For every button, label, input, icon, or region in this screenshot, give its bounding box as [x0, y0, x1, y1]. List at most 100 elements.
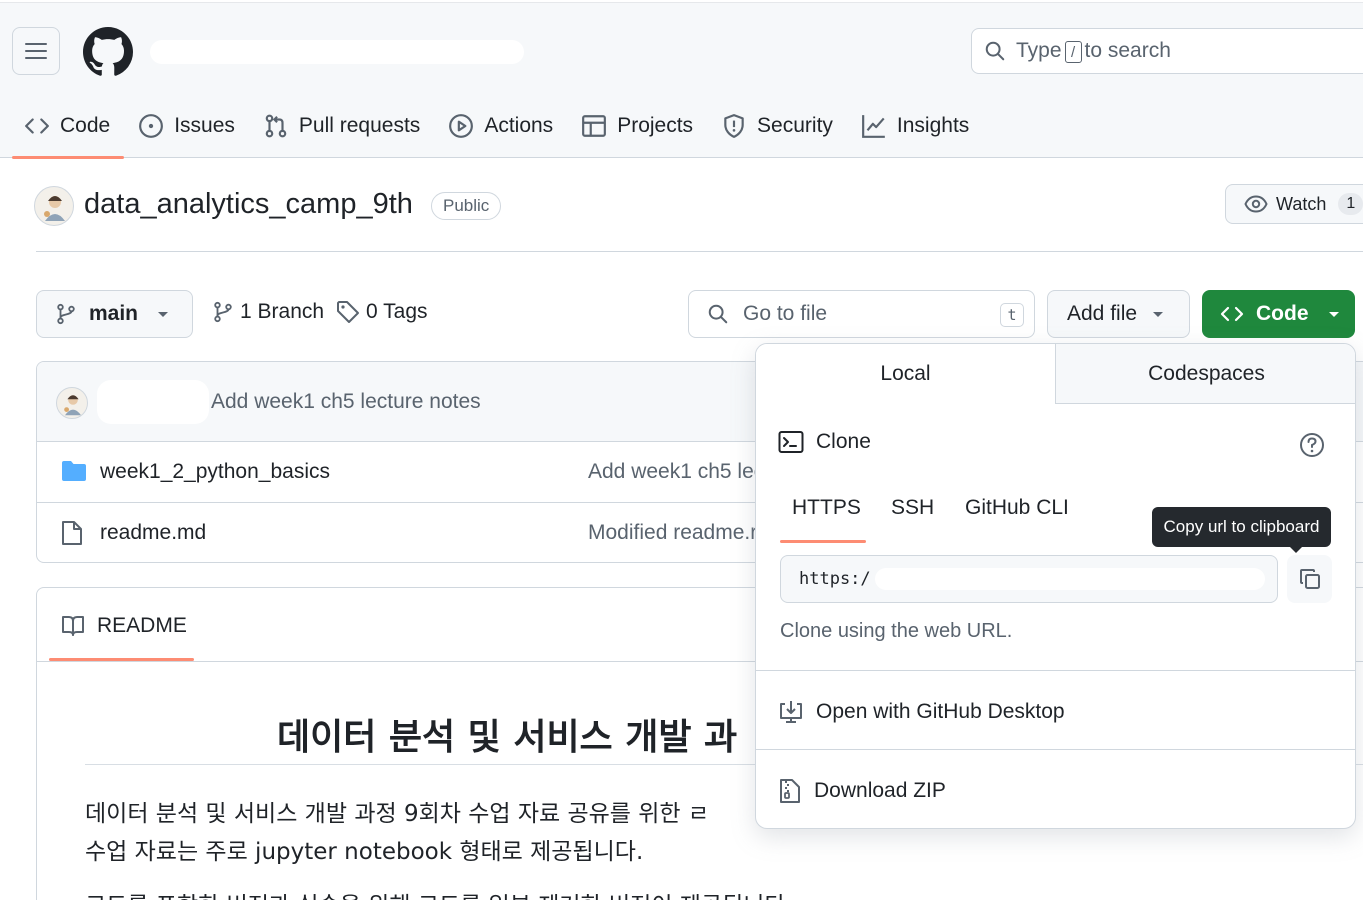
watch-label: Watch — [1276, 193, 1327, 214]
title-divider — [36, 251, 1363, 252]
table-icon — [582, 115, 607, 137]
tab-codespaces[interactable]: Codespaces — [1056, 344, 1355, 404]
dropdown-divider — [756, 749, 1355, 750]
graph-icon — [861, 115, 885, 138]
global-search[interactable]: Type / to search — [971, 28, 1363, 74]
tab-issues-label: Issues — [174, 114, 235, 137]
file-commit-message[interactable]: Add week1 ch5 lec — [588, 460, 764, 484]
tab-actions-label: Actions — [484, 114, 554, 137]
tab-security[interactable]: Security — [707, 96, 847, 156]
tab-pull-requests[interactable]: Pull requests — [249, 96, 434, 156]
download-zip-label: Download ZIP — [814, 779, 946, 802]
go-to-file-placeholder: Go to file — [743, 302, 828, 325]
book-icon — [62, 616, 84, 636]
folder-icon — [62, 461, 86, 481]
tab-local-label: Local — [880, 362, 931, 385]
protocol-tab-underline — [780, 540, 866, 543]
clone-help-text: Clone using the web URL. — [780, 620, 1013, 642]
caret-down-icon — [1153, 312, 1164, 317]
tab-insights-label: Insights — [896, 114, 970, 137]
watch-button[interactable]: Watch 1 — [1225, 184, 1363, 224]
tags-link[interactable]: 0 Tags — [336, 300, 428, 324]
search-icon — [985, 41, 1005, 61]
tooltip-text: Copy url to clipboard — [1163, 517, 1320, 536]
copy-icon — [1299, 569, 1320, 589]
code-button-label: Code — [1256, 302, 1309, 325]
search-suffix: to search — [1084, 38, 1171, 62]
tag-icon — [337, 301, 359, 323]
tab-pulls-label: Pull requests — [298, 114, 421, 137]
tab-projects[interactable]: Projects — [567, 96, 707, 156]
download-zip-item[interactable]: Download ZIP — [778, 778, 946, 804]
owner-avatar[interactable] — [34, 186, 74, 226]
protocol-tab-https[interactable]: HTTPS — [792, 496, 861, 520]
clone-url-text: https:/ — [799, 569, 871, 589]
visibility-badge: Public — [431, 192, 502, 220]
tab-actions[interactable]: Actions — [434, 96, 567, 156]
branch-selector[interactable]: main — [36, 290, 193, 338]
clone-url-field[interactable]: https:/ — [780, 555, 1278, 603]
code-button[interactable]: Code — [1202, 290, 1355, 338]
avatar-illustration — [64, 395, 81, 416]
caret-down-icon — [1328, 312, 1339, 317]
github-logo-icon[interactable] — [83, 27, 133, 77]
readme-paragraph: 데이터 분석 및 서비스 개발 과정 9회차 수업 자료 공유를 위한 ㄹ — [85, 801, 710, 827]
tab-local[interactable]: Local — [756, 344, 1056, 404]
play-icon — [449, 114, 474, 138]
repo-name[interactable]: data_analytics_camp_9th — [84, 188, 413, 221]
file-commit-message[interactable]: Modified readme.r — [588, 521, 757, 545]
branches-count: 1 Branch — [240, 300, 325, 323]
search-placeholder: Type / to search — [1016, 39, 1171, 64]
tab-projects-label: Projects — [617, 114, 694, 137]
branch-icon — [57, 303, 75, 325]
redacted-author — [97, 380, 209, 424]
readme-tab-label: README — [97, 614, 187, 637]
add-file-label: Add file — [1067, 302, 1138, 325]
pull-request-icon — [265, 114, 287, 138]
commit-author-avatar[interactable] — [56, 387, 88, 419]
branches-link[interactable]: 1 Branch — [212, 300, 324, 324]
search-shortcut-key: / — [1064, 41, 1082, 64]
code-icon — [25, 118, 49, 134]
open-with-desktop-item[interactable]: Open with GitHub Desktop — [778, 699, 1065, 725]
protocol-tab-github-cli[interactable]: GitHub CLI — [965, 496, 1069, 520]
tab-security-label: Security — [757, 114, 833, 137]
copy-url-tooltip: Copy url to clipboard — [1152, 507, 1331, 553]
terminal-icon — [778, 431, 804, 453]
eye-icon — [1244, 195, 1268, 213]
question-icon[interactable] — [1299, 432, 1325, 458]
caret-down-icon — [158, 312, 169, 317]
tab-code-label: Code — [60, 114, 111, 137]
copy-url-button[interactable] — [1287, 555, 1332, 603]
tags-count: 0 Tags — [366, 300, 428, 323]
file-name[interactable]: week1_2_python_basics — [100, 460, 330, 484]
avatar-illustration — [44, 196, 65, 221]
readme-paragraph: 수업 자료는 주로 jupyter notebook 형태로 제공됩니다. — [85, 839, 644, 865]
tab-code[interactable]: Code — [10, 96, 125, 159]
code-dropdown: Local Codespaces Clone HTTPS SSH GitHub … — [755, 343, 1356, 829]
tab-issues[interactable]: Issues — [124, 96, 249, 156]
header-top-line — [0, 0, 1363, 3]
file-icon — [62, 521, 82, 545]
protocol-tab-ssh[interactable]: SSH — [891, 496, 934, 520]
menu-button[interactable] — [12, 27, 60, 75]
code-icon — [1220, 306, 1244, 322]
branch-icon — [214, 301, 232, 323]
dropdown-divider — [756, 670, 1355, 671]
repo-nav: Code Issues Pull requests Actions Projec… — [10, 96, 983, 159]
go-to-file-input[interactable]: Go to file t — [688, 290, 1035, 338]
file-name[interactable]: readme.md — [100, 521, 206, 545]
clone-title: Clone — [816, 430, 871, 453]
readme-tab[interactable]: README — [61, 614, 187, 638]
shield-icon — [724, 114, 744, 138]
branch-name: main — [89, 302, 139, 325]
add-file-button[interactable]: Add file — [1047, 290, 1190, 338]
readme-paragraph: 코드를 포함한 버전과 실습을 위해 코드를 일부 제거한 버전이 제공됩니다 — [85, 886, 786, 900]
latest-commit-message[interactable]: Add week1 ch5 lecture notes — [211, 390, 481, 414]
tab-insights[interactable]: Insights — [847, 96, 983, 156]
readme-tab-underline — [49, 658, 194, 661]
redacted-repo-path — [150, 40, 524, 64]
go-to-file-shortcut: t — [1000, 303, 1024, 327]
search-prefix: Type — [1016, 38, 1062, 62]
hamburger-icon — [25, 43, 47, 59]
